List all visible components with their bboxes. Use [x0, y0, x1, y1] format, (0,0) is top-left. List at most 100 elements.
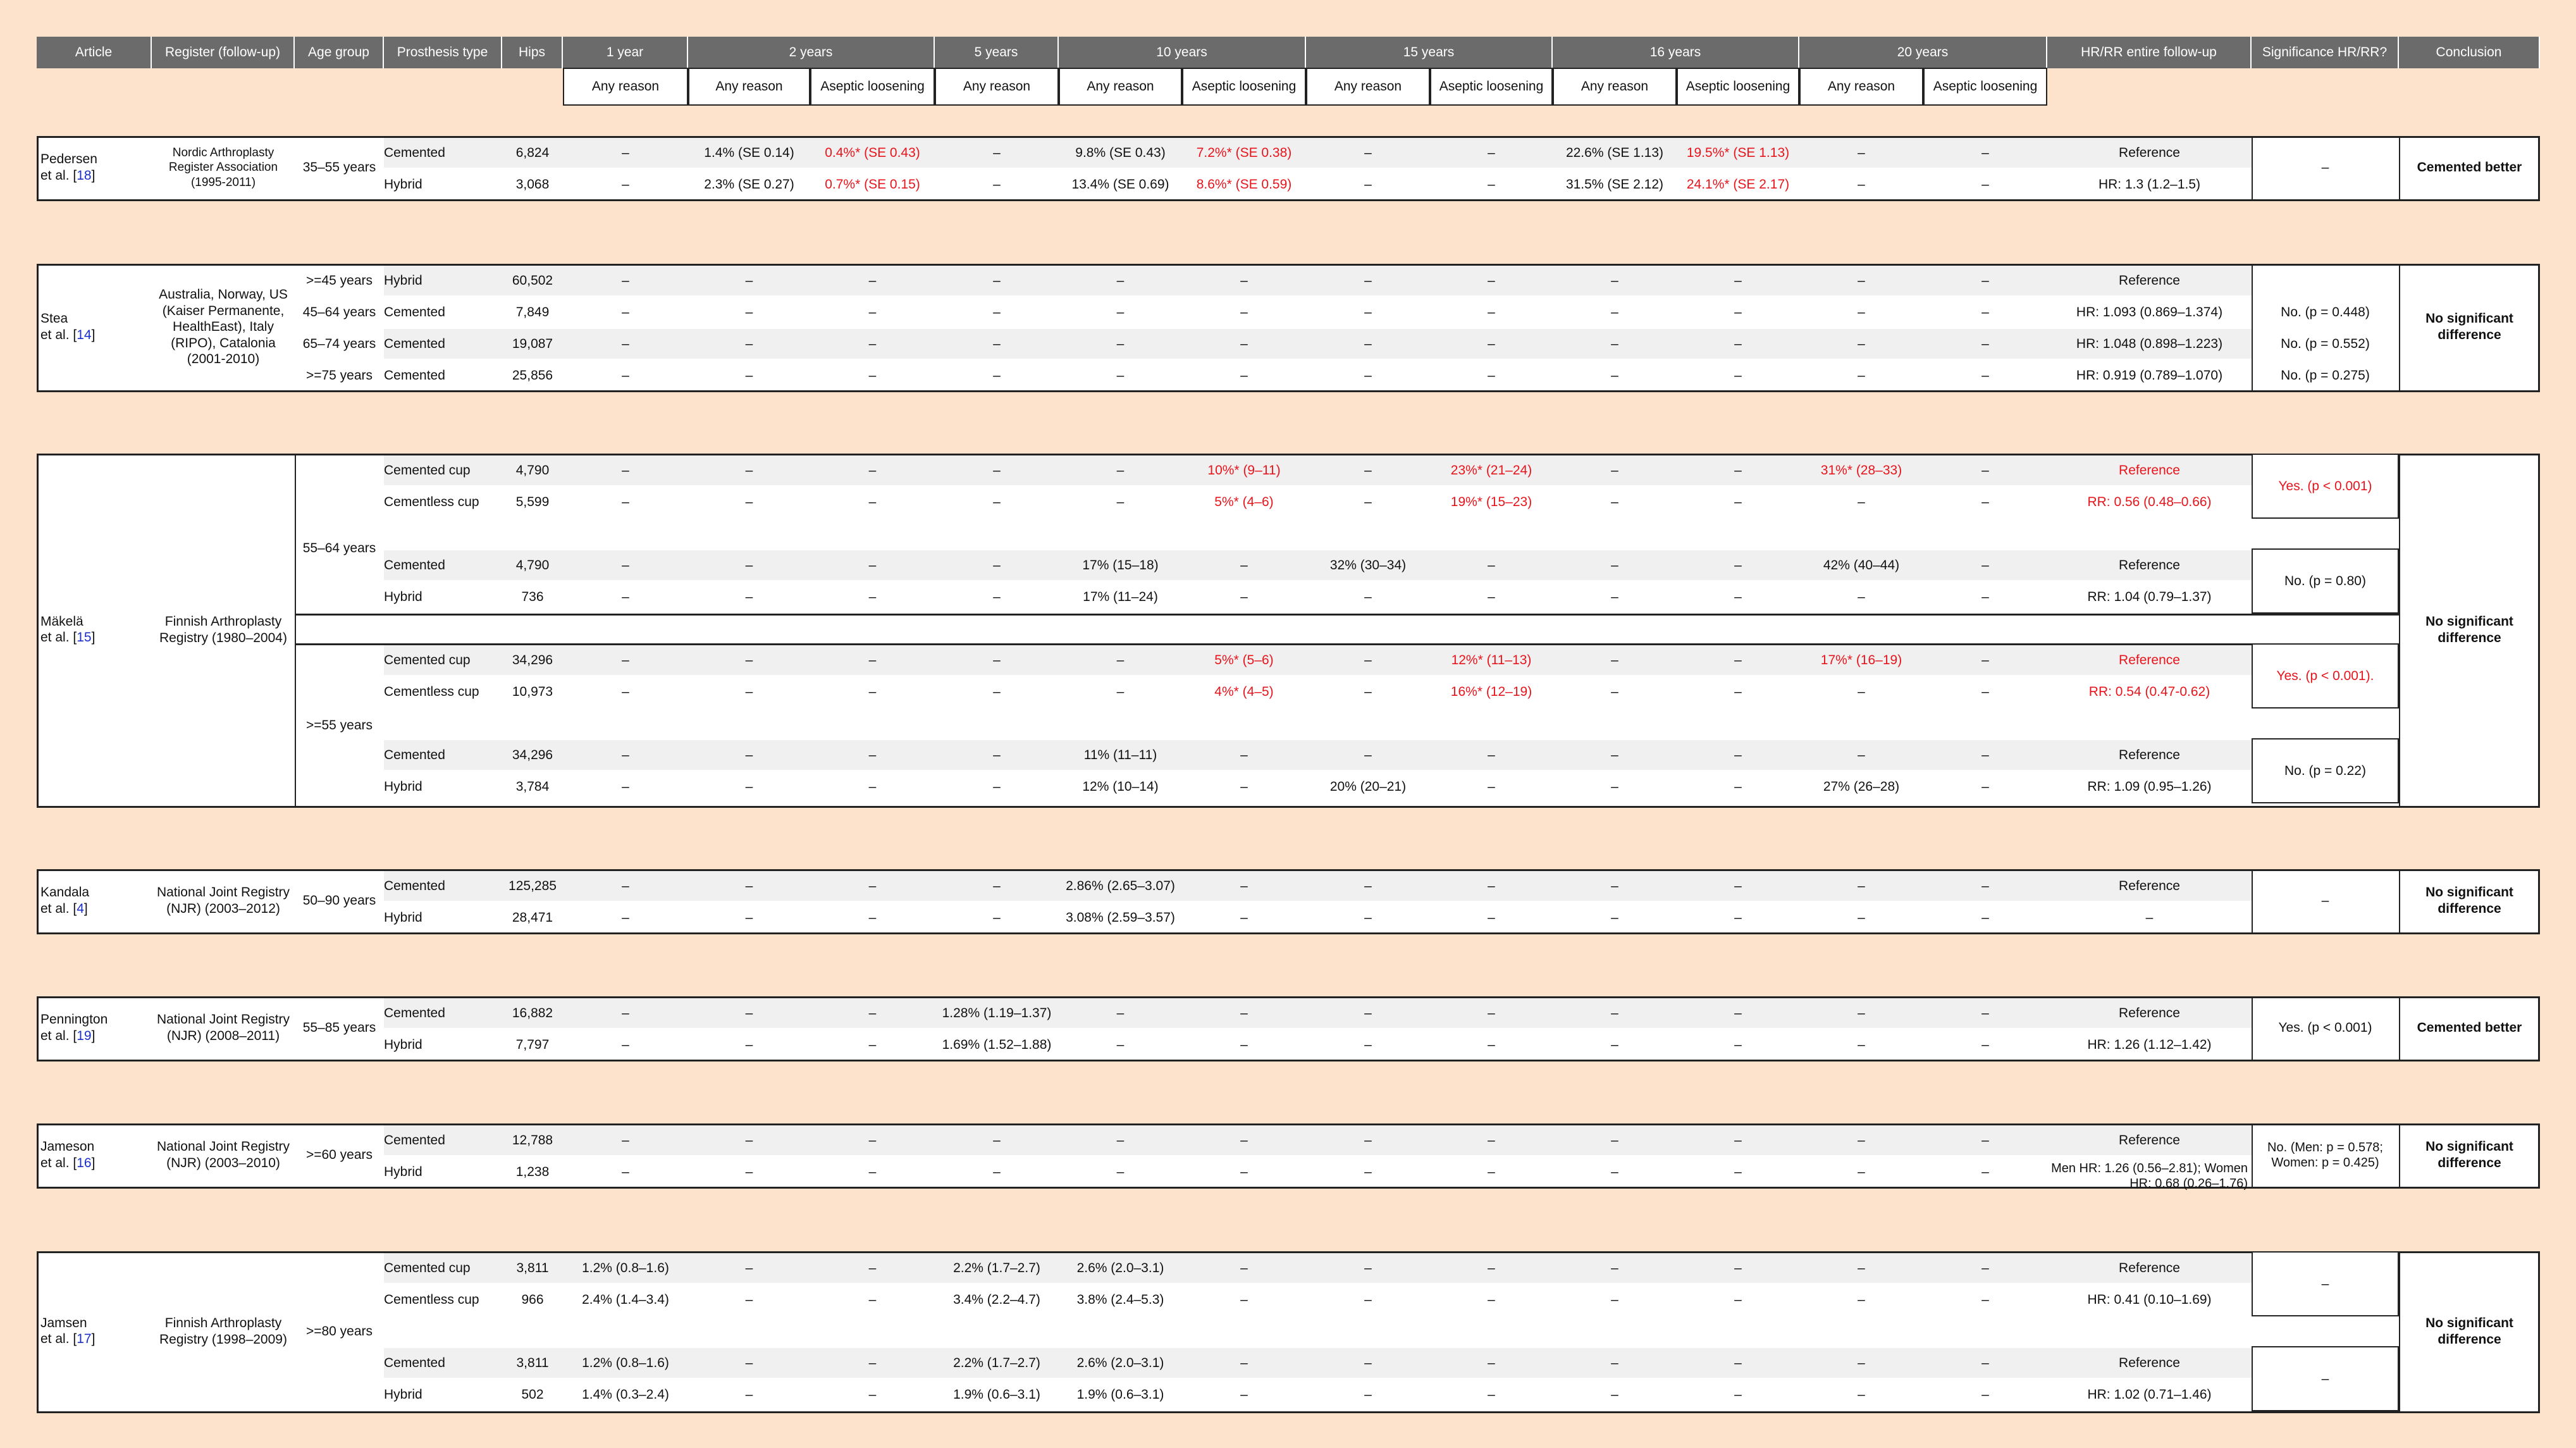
empty-cell: –: [1611, 589, 1618, 604]
empty-cell: –: [1981, 145, 1989, 160]
survival-value: 2.3% (SE 0.27): [704, 176, 794, 192]
empty-cell: –: [1734, 1132, 1742, 1148]
survival-value: 2.6% (2.0–3.1): [1076, 1260, 1164, 1275]
empty-cell: –: [1364, 1292, 1372, 1307]
empty-cell: –: [1116, 1005, 1125, 1020]
empty-cell: –: [1611, 273, 1618, 288]
header-cell: Register (follow-up): [152, 37, 295, 68]
empty-cell: –: [1240, 1132, 1248, 1148]
hips-cell: 10,973: [512, 684, 553, 699]
header-cell: HR/RR entire follow-up: [2047, 37, 2252, 68]
empty-cell: –: [1858, 1005, 1865, 1020]
empty-cell: –: [745, 779, 753, 794]
reference-link[interactable]: 16: [77, 1156, 91, 1170]
table-canvas: Article Register (follow-up) Age group Pros…: [0, 0, 2576, 1448]
empty-cell: –: [1981, 1164, 1989, 1179]
empty-cell: –: [1858, 1355, 1865, 1370]
empty-cell: –: [622, 1164, 629, 1179]
hr-rr-cell: Reference: [2119, 1132, 2180, 1148]
prosthesis-type-cell: Cemented: [384, 1005, 445, 1020]
empty-cell: –: [868, 462, 877, 478]
conclusion-cell: No significant difference: [2425, 614, 2513, 645]
age-group-cell: >=75 years: [305, 368, 373, 383]
sub-header-cell: Aseptic loosening: [1182, 68, 1306, 106]
reference-link[interactable]: 19: [77, 1029, 91, 1043]
empty-cell: –: [1488, 1005, 1495, 1020]
survival-value: 20% (20–21): [1329, 779, 1407, 794]
empty-cell: –: [1488, 1355, 1495, 1370]
empty-cell: –: [868, 557, 877, 572]
hr-rr-cell: HR: 0.41 (0.10–1.69): [2087, 1292, 2212, 1307]
hr-rr-cell: Reference: [2119, 1260, 2180, 1275]
survival-value: 3.8% (2.4–5.3): [1076, 1292, 1164, 1307]
reference-link[interactable]: 17: [77, 1332, 91, 1346]
age-group-cell: >=55 years: [305, 718, 373, 733]
prosthesis-type-cell: Cemented: [384, 336, 445, 351]
empty-cell: –: [1116, 304, 1125, 319]
hr-rr-cell: Reference: [2119, 747, 2180, 762]
article-bracket: ]: [91, 327, 96, 342]
register-cell: National Joint Registry (NJR) (2008–2011…: [156, 1012, 290, 1043]
empty-cell: –: [1858, 589, 1865, 604]
empty-cell: –: [1240, 589, 1248, 604]
sub-header-cell: Any reason: [688, 68, 810, 106]
empty-cell: –: [1116, 652, 1125, 667]
survival-value: 17% (11–24): [1083, 589, 1158, 604]
prosthesis-type-cell: Cemented: [384, 557, 445, 572]
survival-value: 9.8% (SE 0.43): [1075, 145, 1166, 160]
hips-cell: 28,471: [512, 910, 553, 925]
hips-cell: 16,882: [512, 1005, 553, 1020]
prosthesis-type-cell: Hybrid: [384, 910, 422, 925]
header-cell: 2 years: [688, 37, 935, 68]
empty-cell: –: [1240, 1005, 1248, 1020]
survival-value-highlight: 10%* (9–11): [1207, 462, 1281, 478]
survival-value-highlight: 24.1%* (SE 2.17): [1686, 176, 1790, 192]
empty-cell: –: [1488, 273, 1495, 288]
empty-cell: –: [1116, 684, 1125, 699]
article-bracket: ]: [91, 1028, 96, 1043]
hips-cell: 4,790: [515, 557, 550, 572]
empty-cell: –: [1611, 557, 1618, 572]
empty-cell: –: [622, 336, 629, 351]
empty-cell: –: [1611, 462, 1618, 478]
header-cell: 15 years: [1306, 37, 1553, 68]
prosthesis-type-cell: Cemented cup: [384, 1260, 471, 1275]
reference-link[interactable]: 14: [77, 328, 91, 342]
empty-cell: –: [1364, 1132, 1372, 1148]
empty-cell: –: [1364, 336, 1372, 351]
empty-cell: –: [868, 336, 877, 351]
hr-rr-cell: RR: 1.04 (0.79–1.37): [2087, 589, 2212, 604]
reference-link[interactable]: 4: [77, 901, 84, 916]
empty-cell: –: [868, 878, 877, 893]
conclusion-cell: No significant difference: [2425, 1315, 2513, 1347]
empty-cell: –: [622, 747, 629, 762]
reference-link[interactable]: 15: [77, 630, 91, 645]
empty-cell: –: [993, 1132, 1001, 1148]
empty-cell: –: [1488, 304, 1495, 319]
hips-cell: 736: [521, 589, 544, 604]
empty-cell: –: [993, 462, 1001, 478]
article-bracket: ]: [91, 630, 96, 645]
empty-cell: –: [622, 1132, 629, 1148]
significance-cell: –: [2321, 1276, 2329, 1291]
empty-cell: –: [1611, 878, 1618, 893]
empty-cell: –: [993, 878, 1001, 893]
empty-cell: –: [1488, 1292, 1495, 1307]
significance-cell: –: [2321, 893, 2329, 908]
article-etal: et al. [: [40, 1028, 77, 1043]
article-bracket: ]: [91, 168, 96, 183]
empty-cell: –: [1611, 1037, 1618, 1052]
age-group-cell: >=80 years: [305, 1323, 373, 1339]
empty-cell: –: [745, 910, 753, 925]
empty-cell: –: [1240, 1355, 1248, 1370]
survival-value: 27% (26–28): [1823, 779, 1900, 794]
header-cell: Age group: [295, 37, 384, 68]
empty-cell: –: [1981, 684, 1989, 699]
empty-cell: –: [745, 494, 753, 509]
empty-cell: –: [1858, 1387, 1865, 1402]
empty-cell: –: [1981, 1037, 1989, 1052]
reference-link[interactable]: 18: [77, 168, 91, 183]
empty-cell: –: [1488, 176, 1495, 192]
empty-cell: –: [1858, 145, 1865, 160]
survival-value-highlight: 17%* (16–19): [1820, 652, 1902, 667]
